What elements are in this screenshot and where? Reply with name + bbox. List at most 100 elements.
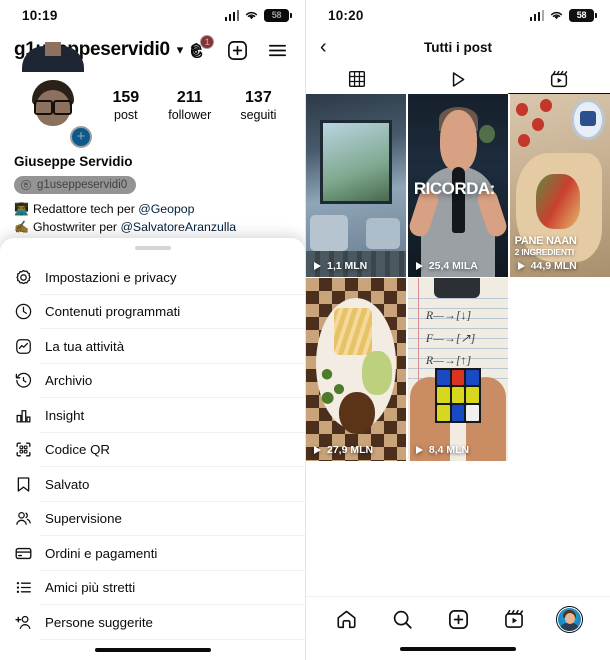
grid-cell-post-2[interactable]: RICORDA: 25,4 MILA [407,94,509,277]
grid-cell-post-5[interactable]: R—→[↓] F—→[↗] R—→[↑] 8,4 MLN [407,278,509,462]
reels-icon [551,70,568,88]
bio-line-2-text: Ghostwriter per @SalvatoreAranzulla [32,219,237,234]
tabbar-create[interactable] [447,608,470,631]
thumbnail-image [306,94,407,277]
menu-item-label: La tua attività [45,338,125,354]
bookmark-icon [14,475,40,494]
grid-cell-post-4[interactable]: 27,9 MLN [306,278,407,462]
menu-item-label: Salvato [45,476,90,492]
metric-following-label: seguiti [240,107,277,122]
cellular-signal-icon [224,9,239,21]
avatar[interactable]: + [14,42,92,150]
menu-item-insight[interactable]: Insight [0,398,305,433]
cellular-signal-icon [529,9,544,21]
view-count-value: 25,4 MILA [428,259,478,272]
menu-item-label: Ordini e pagamenti [45,545,158,561]
person-tech-emoji-icon: 👨‍💻 [14,202,29,216]
metric-followers[interactable]: 211 follower [168,89,211,122]
create-plus-icon[interactable] [225,38,249,62]
clock-icon [14,302,40,321]
menu-item-archivio[interactable]: Archivio [0,364,305,399]
left-phone-instagram-profile: 10:19 58 g1useppeservidi0 ▾ 1 + 159 post… [0,0,305,660]
add-story-plus-icon[interactable]: + [70,126,92,148]
threads-icon[interactable]: 1 [185,35,215,62]
play-icon [516,260,527,271]
tabbar-reels[interactable] [503,608,525,630]
threads-badge-icon [20,179,32,191]
menu-item-amici-piu-stretti[interactable]: Amici più stretti [0,571,305,606]
thumbnail-caption: PANE NAAN 2 INGREDIENTI [514,236,606,257]
tabbar-home[interactable] [335,608,358,631]
menu-item-label: Archivio [45,373,93,389]
status-bar-indicators: 58 [224,8,292,22]
view-count: 44,9 MLN [516,260,577,272]
grid-cell-post-3[interactable]: PANE NAAN 2 INGREDIENTI 44,9 MLN [509,94,610,277]
threads-chip-label: g1useppeservidi0 [37,179,128,191]
status-bar: 10:19 58 [0,0,305,30]
bio-line-1-text: Redattore tech per @Geopop [32,202,195,216]
status-bar-time: 10:20 [328,7,364,23]
posts-grid: 1,1 MLN RICORDA: 25,4 MILA PANE NAAN 2 I… [306,94,610,462]
thumbnail-caption-subtitle: 2 INGREDIENTI [514,246,574,257]
activity-chart-icon [14,337,40,356]
play-icon [414,445,425,456]
profile-full-name: Giuseppe Servidio [14,154,133,169]
play-icon [312,445,323,456]
home-indicator[interactable] [94,647,211,652]
tab-reels[interactable] [509,64,610,94]
supervision-people-icon [14,509,40,528]
menu-item-supervisione[interactable]: Supervisione [0,502,305,537]
view-count: 27,9 MLN [312,444,373,456]
menu-item-label: Impostazioni e privacy [45,269,177,285]
sheet-drag-handle[interactable] [134,246,171,250]
profile-stats-row: + 159 post 211 follower 137 seguiti [0,42,305,150]
back-chevron-icon[interactable]: ‹ [320,37,327,57]
insights-bar-icon [14,406,40,425]
tab-grid[interactable] [306,64,407,94]
wifi-icon [245,11,258,20]
menu-item-ordini-e-pagamenti[interactable]: Ordini e pagamenti [0,536,305,571]
metric-following[interactable]: 137 seguiti [240,89,276,122]
profile-options-bottom-sheet: Impostazioni e privacy Contenuti program… [0,238,305,660]
menu-item-label: Supervisione [45,511,122,527]
menu-item-codice-qr[interactable]: Codice QR [0,433,305,468]
threads-notification-badge: 1 [200,35,215,49]
tab-video[interactable] [407,64,508,94]
chevron-down-icon[interactable]: ▾ [177,42,184,58]
menu-item-impostazioni-e-privacy[interactable]: Impostazioni e privacy [0,260,305,295]
menu-item-label: Codice QR [45,442,111,458]
menu-item-label: Persone suggerite [45,614,153,630]
hamburger-menu-icon[interactable] [265,38,289,62]
archive-clock-icon [14,371,40,390]
menu-item-label: Insight [45,407,85,423]
tabbar-profile-avatar-icon[interactable] [556,605,584,633]
metric-posts-label: post [114,107,138,122]
menu-item-label: Contenuti programmati [45,304,181,320]
home-indicator[interactable] [400,646,516,651]
menu-item-la-tua-attivita[interactable]: La tua attività [0,329,305,364]
menu-item-salvato[interactable]: Salvato [0,467,305,502]
thumbnail-image [306,278,407,462]
battery-indicator: 58 [569,8,597,22]
bottom-tab-bar [306,595,610,642]
bio-mention-aranzulla[interactable]: @SalvatoreAranzulla [120,220,236,234]
credit-card-icon [14,544,40,563]
view-count-value: 1,1 MLN [327,259,368,272]
metric-following-value: 137 [245,88,272,106]
view-count: 25,4 MILA [414,260,478,272]
play-triangle-icon [453,71,465,87]
dual-phone-screenshot: 10:19 58 g1useppeservidi0 ▾ 1 + 159 post… [0,0,610,660]
menu-item-persone-suggerite[interactable]: Persone suggerite [0,605,305,640]
add-person-icon [14,613,40,632]
metric-posts-value: 159 [112,88,140,106]
header-actions: 1 [185,35,293,62]
grid-cell-post-1[interactable]: 1,1 MLN [306,94,407,277]
bio-mention-geopop[interactable]: @Geopop [138,202,194,216]
thumbnail-center-caption: RICORDA: [413,179,496,199]
threads-username-chip[interactable]: g1useppeservidi0 [14,176,137,194]
tabbar-search[interactable] [391,608,414,631]
writing-hand-emoji-icon: ✍️ [14,219,29,234]
metrics-group: 159 post 211 follower 137 seguiti [92,89,291,134]
menu-item-contenuti-programmati[interactable]: Contenuti programmati [0,295,305,330]
metric-posts[interactable]: 159 post [113,89,140,122]
